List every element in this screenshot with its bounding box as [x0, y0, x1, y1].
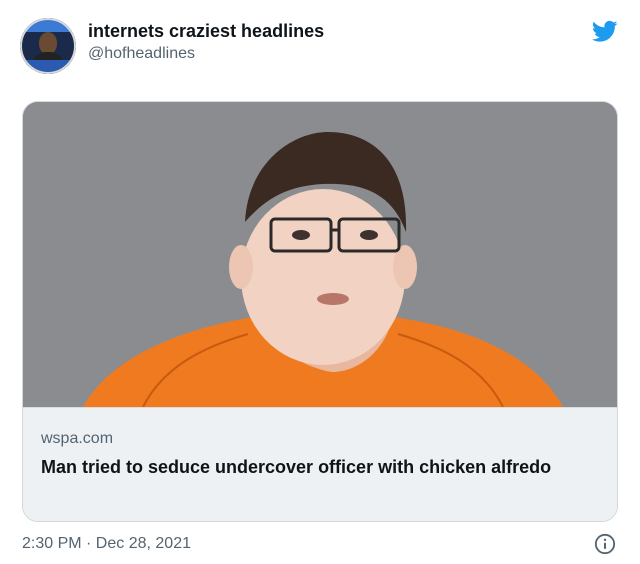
card-meta[interactable]: wspa.com Man tried to seduce undercover … — [23, 407, 617, 521]
tweet-header: internets craziest headlines @hofheadlin… — [0, 0, 640, 96]
card-domain: wspa.com — [41, 430, 114, 447]
link-card[interactable]: wspa.com Man tried to seduce undercover … — [22, 101, 618, 522]
info-icon[interactable] — [594, 533, 616, 555]
twitter-bird-icon[interactable] — [588, 18, 620, 46]
tweet-timestamp[interactable]: 2:30 PM · Dec 28, 2021 — [22, 535, 191, 553]
avatar-ring — [20, 18, 76, 74]
card-headline[interactable]: Man tried to seduce undercover officer w… — [41, 454, 611, 480]
article-photo[interactable] — [23, 102, 618, 407]
author-name[interactable]: internets craziest headlines — [88, 21, 324, 42]
author-handle[interactable]: @hofheadlines — [88, 45, 195, 63]
avatar[interactable] — [20, 18, 76, 74]
